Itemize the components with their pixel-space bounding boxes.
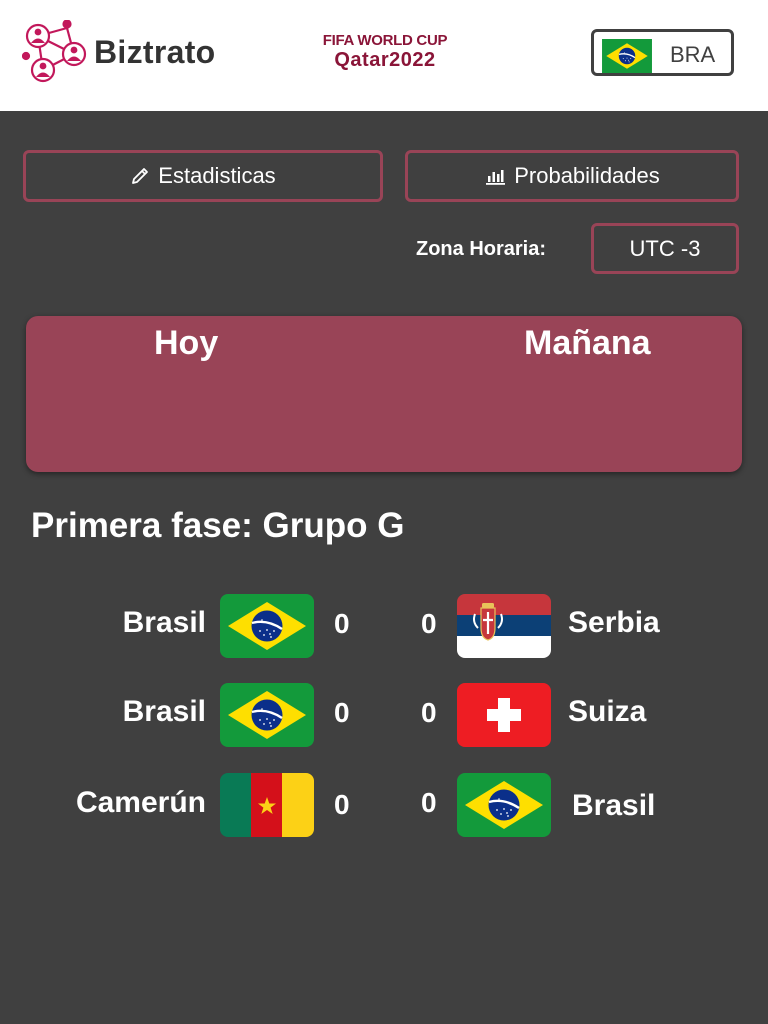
world-cup-logo: FIFA WORLD CUP Qatar2022	[300, 32, 470, 78]
statistics-label: Estadisticas	[158, 163, 276, 188]
switzerland-flag-icon	[457, 683, 551, 747]
away-score: 0	[421, 787, 437, 818]
app-header: Biztrato FIFA WORLD CUP Qatar2022 BRA	[0, 0, 768, 111]
home-score: 0	[334, 697, 350, 728]
home-score: 0	[334, 608, 350, 639]
brazil-flag-icon	[220, 594, 314, 658]
event-subtitle: Qatar2022	[334, 49, 436, 71]
away-score: 0	[421, 697, 437, 728]
brazil-flag-icon	[220, 683, 314, 747]
away-score: 0	[421, 608, 437, 639]
home-team-name: Camerún	[75, 786, 206, 819]
timezone-value: UTC -3	[629, 235, 701, 261]
home-team-name: Brasil	[122, 606, 206, 639]
probabilities-button[interactable]: Probabilidades	[405, 150, 739, 202]
network-people-icon	[22, 20, 87, 83]
biztrato-logo[interactable]: Biztrato	[22, 20, 237, 88]
country-selector-button[interactable]: BRA	[591, 29, 734, 76]
home-team-name: Brasil	[122, 695, 206, 728]
brazil-flag-icon	[457, 773, 551, 837]
timezone-selector[interactable]: UTC -3	[591, 223, 739, 274]
match-row[interactable]: Camerún 0 0 Brasil	[0, 771, 768, 841]
probabilities-label: Probabilidades	[514, 163, 660, 188]
brazil-flag-icon	[602, 39, 652, 73]
event-title: FIFA WORLD CUP	[322, 32, 448, 49]
country-code: BRA	[670, 42, 716, 67]
statistics-button[interactable]: Estadisticas	[23, 150, 383, 202]
tab-today[interactable]: Hoy	[154, 324, 218, 363]
phase-title: Primera fase: Grupo G	[31, 506, 405, 545]
timezone-label: Zona Horaria:	[416, 238, 547, 260]
away-team-name: Brasil	[572, 789, 656, 822]
away-team-name: Suiza	[568, 695, 647, 728]
tab-tomorrow[interactable]: Mañana	[524, 324, 651, 363]
brand-name: Biztrato	[94, 34, 216, 70]
match-row[interactable]: Brasil 0 0 Suiza	[0, 681, 768, 751]
home-score: 0	[334, 789, 350, 820]
bar-chart-icon	[486, 170, 506, 185]
match-row[interactable]: Brasil 0 0 Serbia	[0, 592, 768, 662]
pencil-icon	[132, 168, 149, 184]
cameroon-flag-icon	[220, 773, 314, 837]
away-team-name: Serbia	[568, 606, 660, 639]
serbia-flag-icon	[457, 594, 551, 658]
day-selector-panel: Hoy Mañana	[26, 316, 742, 472]
